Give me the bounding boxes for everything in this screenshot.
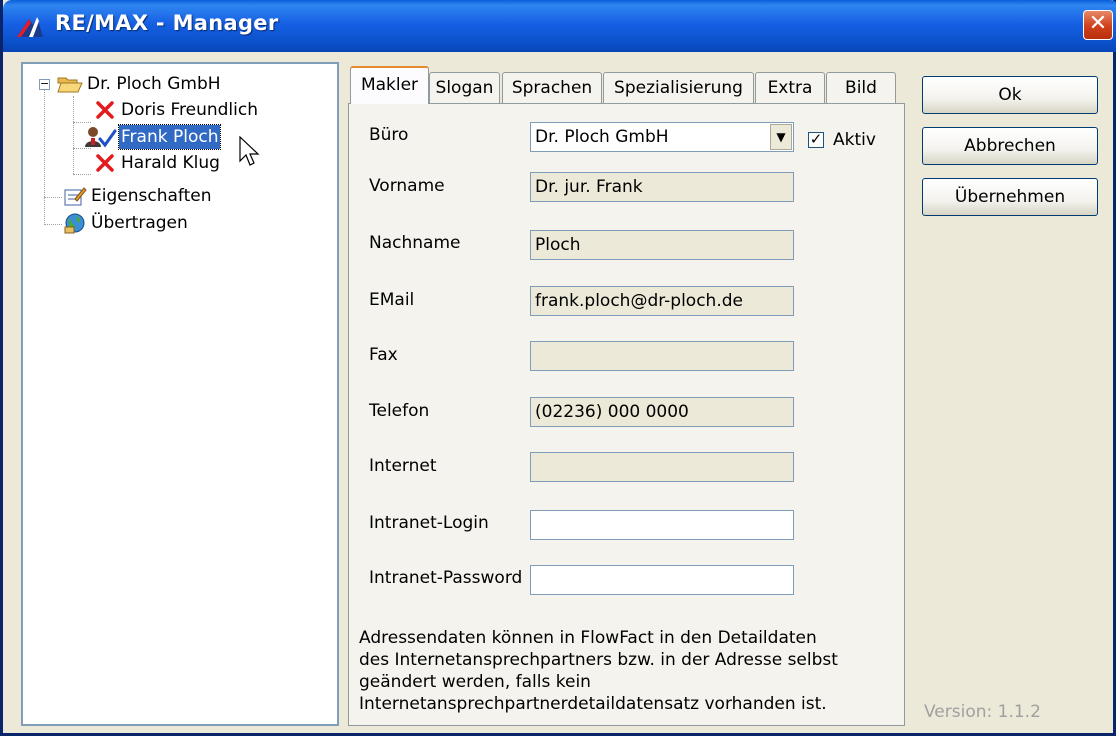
ok-button[interactable]: Ok: [922, 76, 1098, 114]
tree-label-doris: Doris Freundlich: [121, 100, 258, 120]
tree-label-harald: Harald Klug: [121, 153, 220, 173]
dropdown-arrow-icon[interactable]: ▼: [770, 124, 792, 150]
tree-label-uebertragen: Übertragen: [91, 213, 188, 233]
buero-select-value: Dr. Ploch GmbH: [535, 127, 669, 147]
internet-label: Internet: [369, 456, 437, 476]
agent-check-icon: [85, 127, 117, 148]
internet-field[interactable]: [530, 452, 794, 482]
fax-field[interactable]: [530, 341, 794, 371]
tree-item-uebertragen[interactable]: Übertragen: [23, 211, 333, 235]
version-label: Version: 1.1.2: [924, 702, 1041, 722]
title-bar[interactable]: RE/MAX - Manager ✕: [3, 0, 1116, 52]
telefon-label: Telefon: [369, 401, 430, 421]
intranet-password-label: Intranet-Password: [369, 568, 523, 588]
fax-label: Fax: [369, 345, 398, 365]
info-note-line: Adressendaten können in FlowFact in den …: [359, 628, 817, 648]
buero-select[interactable]: Dr. Ploch GmbH ▼: [530, 122, 794, 152]
intranet-login-field[interactable]: [530, 510, 794, 540]
tab-slogan[interactable]: Slogan: [429, 72, 500, 104]
info-note: Adressendaten können in FlowFact in den …: [359, 627, 859, 715]
tab-bild[interactable]: Bild: [826, 72, 896, 104]
tree-item-frank-ploch[interactable]: Frank Ploch: [23, 124, 333, 150]
tree-label-eigenschaften: Eigenschaften: [91, 186, 212, 206]
open-folder-icon: [57, 77, 83, 93]
cancel-button[interactable]: Abbrechen: [922, 127, 1098, 165]
info-note-line: Internetansprechpartnerdetaildatensatz v…: [359, 694, 827, 714]
red-x-icon: [96, 101, 114, 119]
tree-label-frank: Frank Ploch: [117, 124, 222, 150]
tab-extra[interactable]: Extra: [755, 72, 825, 104]
email-field[interactable]: frank.ploch@dr-ploch.de: [530, 286, 794, 316]
email-label: EMail: [369, 290, 415, 310]
tab-makler[interactable]: Makler: [350, 66, 429, 104]
intranet-login-label: Intranet-Login: [369, 513, 489, 533]
properties-icon: [64, 187, 87, 206]
red-x-icon: [96, 154, 114, 172]
mouse-cursor-icon: [239, 136, 260, 166]
collapse-toggle-icon[interactable]: −: [39, 78, 50, 90]
buero-label: Büro: [369, 125, 409, 145]
aktiv-checkbox[interactable]: ✓: [808, 132, 824, 148]
vorname-field[interactable]: Dr. jur. Frank: [530, 172, 794, 202]
tree-item-doris-freundlich[interactable]: Doris Freundlich: [23, 98, 333, 122]
apply-button[interactable]: Übernehmen: [922, 178, 1098, 216]
nachname-field[interactable]: Ploch: [530, 230, 794, 260]
remax-logo-icon: [17, 17, 43, 37]
nachname-label: Nachname: [369, 233, 461, 253]
tree-item-dr-ploch-gmbh[interactable]: − Dr. Ploch GmbH: [23, 72, 333, 96]
tree-label-root: Dr. Ploch GmbH: [87, 74, 221, 94]
tree-item-harald-klug[interactable]: Harald Klug: [23, 151, 333, 175]
close-button[interactable]: ✕: [1083, 10, 1113, 40]
tree-view[interactable]: − Dr. Ploch GmbH Doris Freundlich Frank …: [21, 62, 339, 726]
info-note-line: geändert werden, falls kein: [359, 672, 591, 692]
telefon-field[interactable]: (02236) 000 0000: [530, 397, 794, 427]
tab-spezialisierung[interactable]: Spezialisierung: [603, 72, 754, 104]
vorname-label: Vorname: [369, 176, 445, 196]
app-window: RE/MAX - Manager ✕ − Dr. Ploch GmbH Dori…: [0, 0, 1116, 736]
window-title: RE/MAX - Manager: [55, 11, 279, 35]
tab-sprachen[interactable]: Sprachen: [502, 72, 602, 104]
aktiv-label: Aktiv: [833, 130, 876, 150]
globe-transfer-icon: [64, 213, 85, 234]
intranet-password-field[interactable]: [530, 565, 794, 595]
tree-item-eigenschaften[interactable]: Eigenschaften: [23, 184, 333, 208]
info-note-line: des Internetansprechpartners bzw. in der…: [359, 650, 838, 670]
